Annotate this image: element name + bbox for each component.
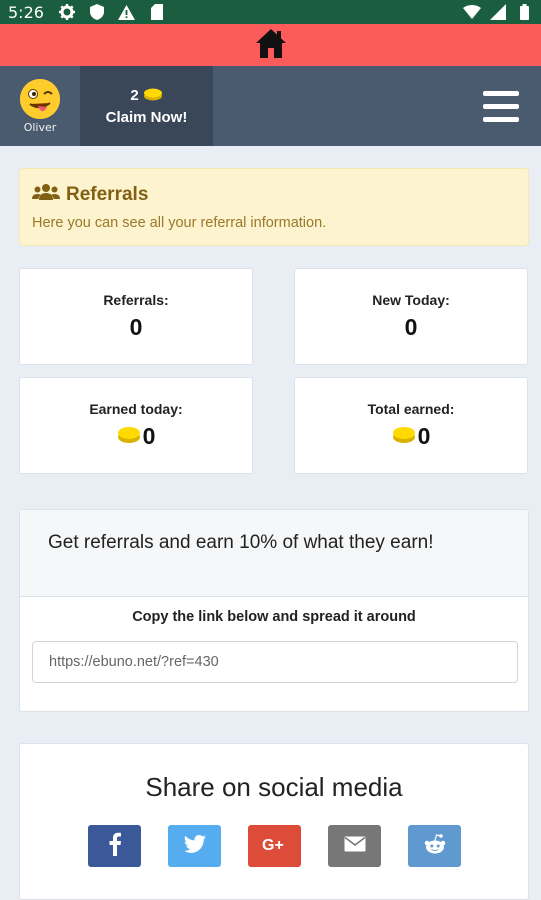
reddit-share-button[interactable] (408, 825, 461, 867)
menu-line (483, 116, 519, 122)
share-buttons: G+ (88, 825, 461, 867)
stat-value-number: 0 (129, 314, 143, 340)
signal-icon (489, 3, 507, 21)
stat-card-referrals: Referrals: 0 (19, 268, 253, 365)
status-icons-right (463, 3, 533, 21)
shield-icon (88, 3, 106, 21)
home-bar (0, 24, 541, 66)
stat-card-total-earned: Total earned: 0 (294, 377, 528, 474)
claim-button[interactable]: 2 Claim Now! (80, 66, 213, 146)
earn-heading: Get referrals and earn 10% of what they … (20, 510, 528, 597)
earn-body: Copy the link below and spread it around (20, 597, 528, 695)
share-panel: Share on social media G+ (19, 743, 529, 900)
referral-link-panel: Get referrals and earn 10% of what they … (19, 509, 529, 712)
warning-icon (118, 3, 136, 21)
avatar-name: Oliver (23, 120, 57, 134)
copy-link-label: Copy the link below and spread it around (132, 609, 416, 625)
stat-value: 0 (392, 423, 431, 450)
twitter-icon (183, 834, 206, 858)
coin-icon (117, 423, 141, 450)
svg-text:G+: G+ (262, 837, 284, 853)
share-title: Share on social media (145, 772, 403, 802)
battery-icon (515, 3, 533, 21)
home-icon[interactable] (255, 27, 287, 63)
hamburger-menu-icon[interactable] (461, 66, 541, 146)
coin-icon (392, 423, 416, 450)
stat-value-number: 0 (404, 314, 418, 340)
claim-count: 2 (130, 87, 162, 105)
referrals-subtitle: Here you can see all your referral infor… (32, 215, 327, 231)
menu-line (483, 90, 519, 96)
top-nav: Oliver 2 Claim Now! (0, 66, 541, 146)
facebook-icon (108, 832, 122, 861)
status-bar: 5:26 (0, 0, 541, 24)
claim-count-value: 2 (130, 87, 139, 104)
referral-link-input[interactable] (32, 641, 518, 683)
email-icon (344, 836, 366, 857)
referrals-title-text: Referrals (66, 184, 149, 205)
sd-card-icon (148, 3, 166, 21)
stat-card-earned-today: Earned today: 0 (19, 377, 253, 474)
reddit-icon (423, 833, 447, 860)
referrals-title: Referrals (32, 183, 516, 207)
facebook-share-button[interactable] (88, 825, 141, 867)
google-plus-share-button[interactable]: G+ (248, 825, 301, 867)
stat-value: 0 (405, 314, 418, 341)
stat-label: Earned today: (89, 401, 183, 417)
claim-label: Claim Now! (105, 108, 188, 126)
twitter-share-button[interactable] (168, 825, 221, 867)
stat-value-number: 0 (417, 423, 431, 449)
menu-line (483, 103, 519, 109)
wifi-icon (463, 3, 481, 21)
status-time: 5:26 (8, 2, 44, 22)
coin-icon (143, 87, 163, 105)
stat-label: New Today: (372, 292, 450, 308)
google-plus-icon: G+ (262, 835, 288, 858)
status-icons-left (58, 3, 166, 21)
stat-label: Total earned: (367, 401, 455, 417)
stat-value: 0 (130, 314, 143, 341)
user-profile[interactable]: Oliver (0, 66, 80, 146)
stat-card-new-today: New Today: 0 (294, 268, 528, 365)
gear-icon (58, 3, 76, 21)
stat-value: 0 (117, 423, 156, 450)
stat-value-number: 0 (142, 423, 156, 449)
email-share-button[interactable] (328, 825, 381, 867)
users-icon (32, 183, 60, 207)
referrals-info-box: Referrals Here you can see all your refe… (19, 168, 529, 246)
stat-label: Referrals: (103, 292, 169, 308)
avatar-emoji-icon (20, 78, 60, 119)
